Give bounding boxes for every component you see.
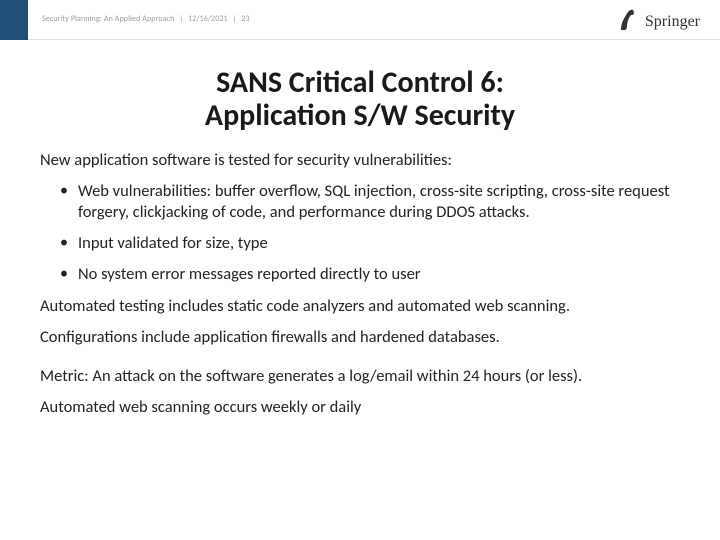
list-item: No system error messages reported direct… — [60, 264, 680, 285]
accent-block — [0, 0, 28, 40]
slide-content: SANS Critical Control 6: Application S/W… — [40, 60, 680, 428]
meta-separator: | — [233, 14, 237, 24]
meta-title: Security Planning: An Applied Approach — [42, 14, 174, 24]
bullet-list: Web vulnerabilities: buffer overflow, SQ… — [40, 181, 680, 285]
title-line-2: Application S/W Security — [205, 97, 515, 134]
list-item: Web vulnerabilities: buffer overflow, SQ… — [60, 181, 680, 223]
meta-separator: | — [179, 14, 183, 24]
meta-page: 23 — [241, 14, 249, 24]
header-bar: Security Planning: An Applied Approach |… — [0, 0, 720, 40]
publisher-logo: Springer — [617, 6, 700, 37]
meta-date: 12/16/2021 — [188, 14, 228, 24]
title-line-1: SANS Critical Control 6: — [216, 64, 504, 101]
paragraph: Automated web scanning occurs weekly or … — [40, 397, 680, 418]
intro-paragraph: New application software is tested for s… — [40, 150, 680, 171]
paragraph: Metric: An attack on the software genera… — [40, 366, 680, 387]
publisher-name: Springer — [645, 13, 700, 31]
spacer — [40, 358, 680, 366]
slide: Security Planning: An Applied Approach |… — [0, 0, 720, 540]
slide-title: SANS Critical Control 6: Application S/W… — [40, 66, 680, 132]
paragraph: Configurations include application firew… — [40, 327, 680, 348]
springer-horse-icon — [617, 6, 639, 37]
list-item: Input validated for size, type — [60, 233, 680, 254]
paragraph: Automated testing includes static code a… — [40, 296, 680, 317]
slide-meta: Security Planning: An Applied Approach |… — [42, 14, 250, 24]
slide-body: New application software is tested for s… — [40, 150, 680, 418]
